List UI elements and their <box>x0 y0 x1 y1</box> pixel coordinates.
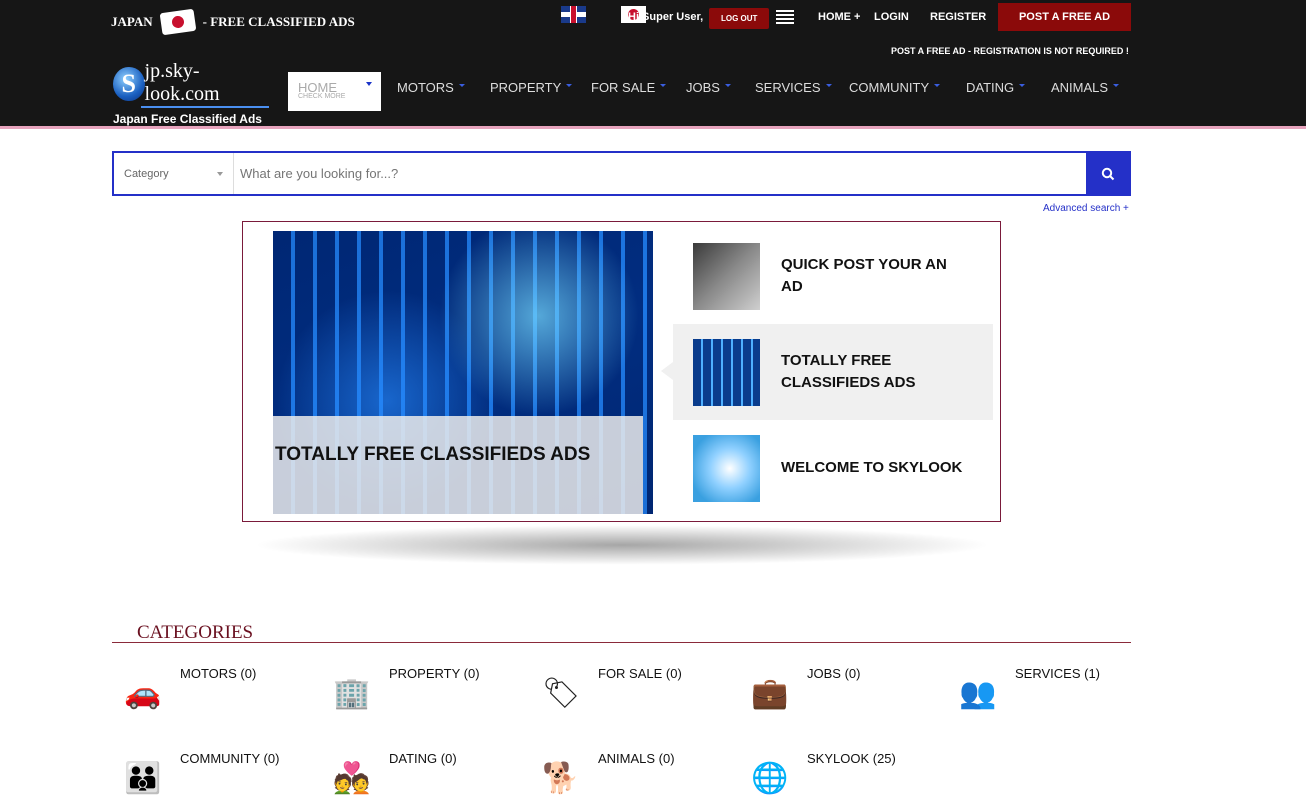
category-label: SKYLOOK (25) <box>807 751 896 766</box>
english-flag-icon[interactable] <box>561 6 586 23</box>
digital-screens-thumbnail <box>693 338 760 406</box>
nav-item-property[interactable]: PROPERTY <box>490 80 573 95</box>
chevron-down-icon <box>660 84 667 87</box>
category-label: MOTORS (0) <box>180 666 257 681</box>
chevron-down-icon <box>724 84 731 87</box>
category-animals[interactable]: 🐕 ANIMALS (0) <box>530 751 675 803</box>
country-label: JAPAN <box>111 14 153 29</box>
category-label: ANIMALS (0) <box>598 751 675 766</box>
sale-tag-icon: 🏷 <box>541 676 581 710</box>
chevron-down-icon <box>934 84 941 87</box>
category-property[interactable]: 🏢 PROPERTY (0) <box>321 666 480 718</box>
chevron-down-icon <box>458 84 465 87</box>
touch-screen-thumbnail <box>693 242 760 310</box>
search-button[interactable] <box>1086 153 1129 194</box>
home-plus-link[interactable]: HOME + <box>818 11 860 23</box>
category-skylook[interactable]: 🌐 SKYLOOK (25) <box>739 751 896 803</box>
nav-item-animals[interactable]: ANIMALS <box>1051 80 1120 95</box>
category-jobs[interactable]: 💼 JOBS (0) <box>739 666 861 718</box>
car-icon: 🚗 <box>124 676 162 710</box>
slider-item-label: TOTALLY FREE CLASSIFIEDS ADS <box>781 352 916 391</box>
header-divider <box>0 126 1306 129</box>
nav-item-for-sale[interactable]: FOR SALE <box>591 80 667 95</box>
search-input[interactable] <box>234 153 1086 194</box>
logo-domain: jp.sky-look.com <box>140 60 269 108</box>
services-icon: 👥 <box>959 676 997 710</box>
nav-item-services[interactable]: SERVICES <box>755 80 832 95</box>
nav-home[interactable]: HOME CHECK MORE <box>288 72 381 111</box>
nav-item-jobs[interactable]: JOBS <box>686 80 731 95</box>
category-label: FOR SALE (0) <box>598 666 682 681</box>
registration-notice: POST A FREE AD - REGISTRATION IS NOT REQ… <box>891 46 1129 56</box>
slider-item-label: WELCOME TO SKYLOOK <box>781 459 963 476</box>
chevron-down-icon <box>1019 84 1026 87</box>
category-dating[interactable]: 💑 DATING (0) <box>321 751 457 803</box>
category-services[interactable]: 👥 SERVICES (1) <box>947 666 1101 718</box>
globe-icon: 🌐 <box>751 761 789 795</box>
site-tagline: JAPAN - FREE CLASSIFIED ADS <box>111 8 355 36</box>
chevron-down-icon <box>825 84 832 87</box>
category-select-label: Category <box>124 167 169 180</box>
login-link[interactable]: LOGIN <box>874 11 909 23</box>
logout-button[interactable]: LOG OUT <box>709 8 770 29</box>
search-icon <box>1101 167 1114 180</box>
welcome-thumbnail <box>693 434 760 502</box>
building-icon: 🏢 <box>333 676 371 710</box>
chevron-down-icon <box>217 171 223 176</box>
logo-subtitle: Japan Free Classified Ads <box>113 112 262 126</box>
category-for-sale[interactable]: 🏷 FOR SALE (0) <box>530 666 682 718</box>
slider-item[interactable]: QUICK POST YOUR AN AD <box>673 228 993 324</box>
register-link[interactable]: REGISTER <box>930 11 986 23</box>
user-greeting: Hi Super User, <box>628 11 704 23</box>
chevron-down-icon <box>366 82 372 86</box>
categories-heading: CATEGORIES <box>137 622 254 643</box>
animals-icon: 🐕 <box>542 761 580 795</box>
active-pointer-icon <box>661 362 673 380</box>
site-logo[interactable]: S jp.sky-look.com Japan Free Classified … <box>113 60 269 126</box>
nav-home-sub: CHECK MORE <box>298 93 346 100</box>
chevron-down-icon <box>566 84 573 87</box>
tagline-text: - FREE CLASSIFIED ADS <box>202 14 355 29</box>
slider-item-label: QUICK POST YOUR AN AD <box>781 256 947 295</box>
japan-flag-icon <box>159 8 197 36</box>
jobs-icon: 💼 <box>751 676 789 710</box>
categories-divider <box>112 642 1131 643</box>
featured-slider: TOTALLY FREE CLASSIFIEDS ADS QUICK POST … <box>242 221 1001 522</box>
category-label: JOBS (0) <box>807 666 861 681</box>
category-motors[interactable]: 🚗 MOTORS (0) <box>112 666 257 718</box>
dating-icon: 💑 <box>333 761 371 795</box>
category-label: COMMUNITY (0) <box>180 751 280 766</box>
community-icon: 👪 <box>124 761 162 795</box>
search-bar: Category <box>112 151 1131 196</box>
post-ad-button[interactable]: POST A FREE AD <box>998 3 1131 31</box>
category-community[interactable]: 👪 COMMUNITY (0) <box>112 751 280 803</box>
nav-item-motors-label[interactable]: MOTORS <box>397 80 465 95</box>
category-label: PROPERTY (0) <box>389 666 480 681</box>
advanced-search-link[interactable]: Advanced search + <box>1043 203 1129 214</box>
menu-icon[interactable] <box>776 10 794 24</box>
category-label: DATING (0) <box>389 751 457 766</box>
slider-item[interactable]: WELCOME TO SKYLOOK <box>673 420 993 516</box>
slider-main-caption: TOTALLY FREE CLASSIFIEDS ADS <box>273 416 643 514</box>
chevron-down-icon <box>1113 84 1120 87</box>
slider-main-image[interactable]: TOTALLY FREE CLASSIFIEDS ADS <box>273 231 653 514</box>
category-select[interactable]: Category <box>114 153 234 194</box>
slider-item-active[interactable]: TOTALLY FREE CLASSIFIEDS ADS <box>673 324 993 420</box>
category-label: SERVICES (1) <box>1015 666 1101 681</box>
nav-item-community[interactable]: COMMUNITY <box>849 80 941 95</box>
nav-item-dating[interactable]: DATING <box>966 80 1026 95</box>
slider-shadow <box>252 525 992 565</box>
